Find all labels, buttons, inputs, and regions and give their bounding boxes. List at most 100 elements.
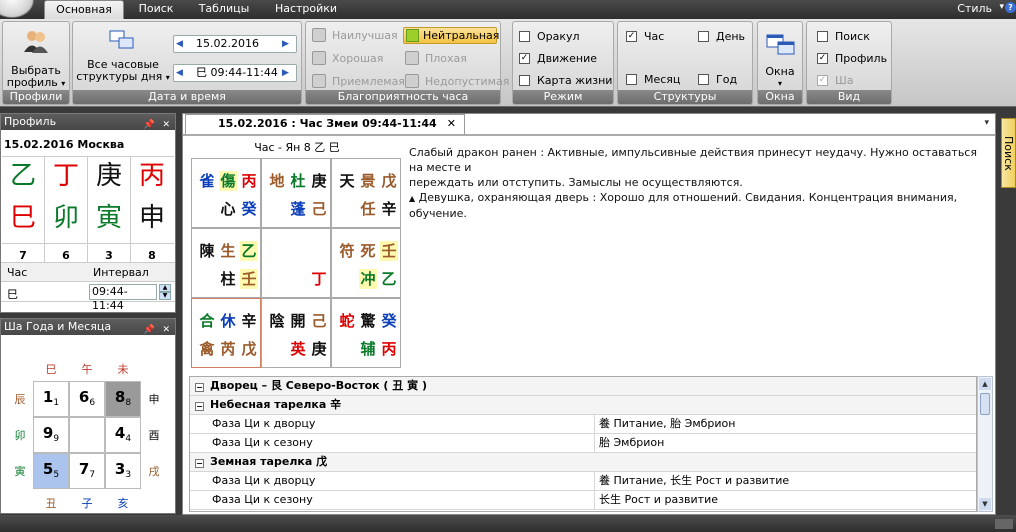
palace-char: 乙 (381, 270, 397, 288)
fav-neutral[interactable]: Нейтральная (403, 27, 499, 44)
palace-cell[interactable]: 符死壬冲乙 (331, 228, 401, 298)
next-date-icon[interactable]: ▶ (282, 39, 292, 49)
palace-char: 符 (339, 242, 355, 260)
tab-tables[interactable]: Таблицы (188, 0, 260, 19)
category-label: Небесная тарелка 辛 (210, 398, 342, 411)
collapse-icon[interactable]: − (195, 402, 204, 411)
windows-button[interactable]: Окна ▾ (758, 66, 802, 90)
view-search-checkbox[interactable] (817, 31, 828, 42)
application-menu-button[interactable] (0, 0, 34, 18)
struct-year-checkbox[interactable] (698, 74, 709, 85)
next-time-icon[interactable]: ▶ (282, 68, 292, 78)
mode-motion-checkbox[interactable]: ✓ (519, 53, 530, 64)
style-menu[interactable]: Стиль (957, 0, 992, 17)
struct-hour-label: Час (644, 30, 665, 43)
view-sha-checkbox[interactable]: ✓ (817, 75, 828, 86)
palace-char: 驚 (360, 312, 376, 330)
spin-down-icon[interactable]: ▼ (159, 292, 171, 300)
grid-property-row[interactable]: Фаза Ци к дворцу 養 Питание, 胎 Эмбрион (190, 415, 976, 434)
time-stepper[interactable]: ◀ 巳 09:44-11:44 ▶ (173, 64, 297, 82)
close-icon[interactable]: ✕ (447, 117, 456, 130)
tab-main[interactable]: Основная (44, 0, 124, 19)
pin-icon[interactable]: 📌 (144, 117, 155, 133)
separator (87, 157, 88, 262)
sha-top-branch: 午 (81, 363, 93, 376)
palace-cell[interactable]: 合休辛禽芮戊 (191, 298, 261, 368)
hour-interval-header: Час Интервал (1, 263, 175, 282)
fav-good-label: Хорошая (332, 52, 384, 65)
grid-property-row[interactable]: Фаза Ци к сезону 长生 Рост и развитие (190, 491, 976, 510)
tab-list-menu-icon[interactable]: ▾ (984, 118, 989, 128)
all-structures-button[interactable]: Все часовые структуры дня ▾ (75, 59, 171, 84)
palace-cell[interactable]: 丁 (261, 228, 331, 298)
palace-cell[interactable]: 陰開己英庚 (261, 298, 331, 368)
select-profile-button[interactable]: Выбрать профиль ▾ (3, 65, 69, 90)
property-name: Фаза Ци к сезону (212, 436, 313, 449)
vertical-scrollbar[interactable]: ▲ ▼ (977, 376, 993, 512)
qimen-chart: 雀傷丙心癸地杜庚蓬己天景戊任辛陳生乙柱壬丁符死壬冲乙合休辛禽芮戊陰開己英庚蛇驚癸… (191, 158, 403, 370)
date-stepper[interactable]: ◀ 15.02.2016 ▶ (173, 35, 297, 53)
grid-category-row[interactable]: − Небесная тарелка 辛 (190, 396, 976, 415)
group-title-mode: Режим (513, 90, 613, 104)
palace-char: 心 (220, 200, 236, 218)
sha-cell: 33 (105, 453, 141, 489)
struct-month-checkbox[interactable] (626, 74, 637, 85)
close-icon[interactable]: ✕ (162, 117, 170, 133)
tab-search[interactable]: Поиск (128, 0, 184, 19)
grid-category-row[interactable]: − Земная тарелка 戊 (190, 453, 976, 472)
palace-cell[interactable]: 地杜庚蓬己 (261, 158, 331, 228)
heavenly-stem: 庚 (95, 161, 122, 191)
tab-underline (183, 134, 995, 136)
fav-unacceptable-icon (405, 74, 419, 88)
sha-cell: 11 (33, 381, 69, 417)
sha-cell-subnumber: 8 (125, 398, 132, 409)
palace-char: 開 (290, 312, 306, 330)
mode-life-map-checkbox[interactable] (519, 75, 530, 86)
palace-cell[interactable]: 蛇驚癸辅丙 (331, 298, 401, 368)
resize-grip-icon[interactable] (995, 519, 1013, 529)
collapse-icon[interactable]: − (195, 383, 204, 392)
collapse-icon[interactable]: − (195, 459, 204, 468)
pillar-number: 3 (105, 249, 113, 262)
sha-top-branch: 巳 (45, 363, 57, 376)
palace-char: 雀 (199, 172, 215, 190)
time-value[interactable]: 巳 09:44-11:44 (196, 66, 278, 80)
chart-description: Слабый дракон ранен : Активные, импульси… (409, 145, 979, 221)
chevron-down-icon[interactable]: ▾ (999, 2, 1004, 12)
hour-interval-row[interactable]: 巳 09:44-11:44 ▲ ▼ (1, 283, 175, 312)
help-icon[interactable]: ? (1005, 2, 1016, 13)
heavenly-stem: 丁 (52, 161, 79, 191)
struct-day-label: День (716, 30, 746, 43)
palace-char: 乙 (240, 241, 258, 261)
grid-property-row[interactable]: Фаза Ци к сезону 胎 Эмбрион (190, 434, 976, 453)
palace-cell[interactable]: 陳生乙柱壬 (191, 228, 261, 298)
windows-icon (766, 34, 796, 56)
prev-date-icon[interactable]: ◀ (176, 39, 186, 49)
date-value[interactable]: 15.02.2016 (196, 37, 259, 51)
view-profile-checkbox[interactable]: ✓ (817, 53, 828, 64)
sha-cell-number: 1 (42, 388, 54, 406)
profile-panel-title: Профиль (4, 115, 57, 128)
palace-cell[interactable]: 天景戊任辛 (331, 158, 401, 228)
scroll-up-icon[interactable]: ▲ (979, 378, 991, 390)
scroll-down-icon[interactable]: ▼ (979, 498, 991, 510)
palace-cell[interactable]: 雀傷丙心癸 (191, 158, 261, 228)
prev-time-icon[interactable]: ◀ (176, 68, 186, 78)
spin-up-icon[interactable]: ▲ (159, 284, 171, 292)
grid-category-row[interactable]: − Дворец – 艮 Северо-Восток ( 丑 寅 ) (190, 377, 976, 396)
description-line: переждать или отступить. Замыслы не осущ… (409, 176, 743, 189)
scroll-thumb[interactable] (980, 393, 990, 415)
group-title-datetime: Дата и время (73, 90, 301, 104)
dropdown-arrow-icon: ▾ (61, 79, 66, 88)
grid-property-row[interactable]: Фаза Ци к дворцу 養 Питание, 长生 Рост и раз… (190, 472, 976, 491)
mode-oracle-checkbox[interactable] (519, 31, 530, 42)
interval-input[interactable]: 09:44-11:44 (89, 284, 157, 312)
struct-hour-checkbox[interactable]: ✓ (626, 31, 637, 42)
search-side-tab[interactable]: Поиск (1001, 118, 1016, 188)
triangle-up-icon: ▲ (409, 194, 416, 203)
palace-char: 死 (360, 242, 376, 260)
document-tab[interactable]: 15.02.2016 : Час Змеи 09:44-11:44 ✕ (185, 114, 465, 134)
view-search-label: Поиск (835, 30, 870, 43)
struct-day-checkbox[interactable] (698, 31, 709, 42)
tab-settings[interactable]: Настройки (264, 0, 348, 19)
